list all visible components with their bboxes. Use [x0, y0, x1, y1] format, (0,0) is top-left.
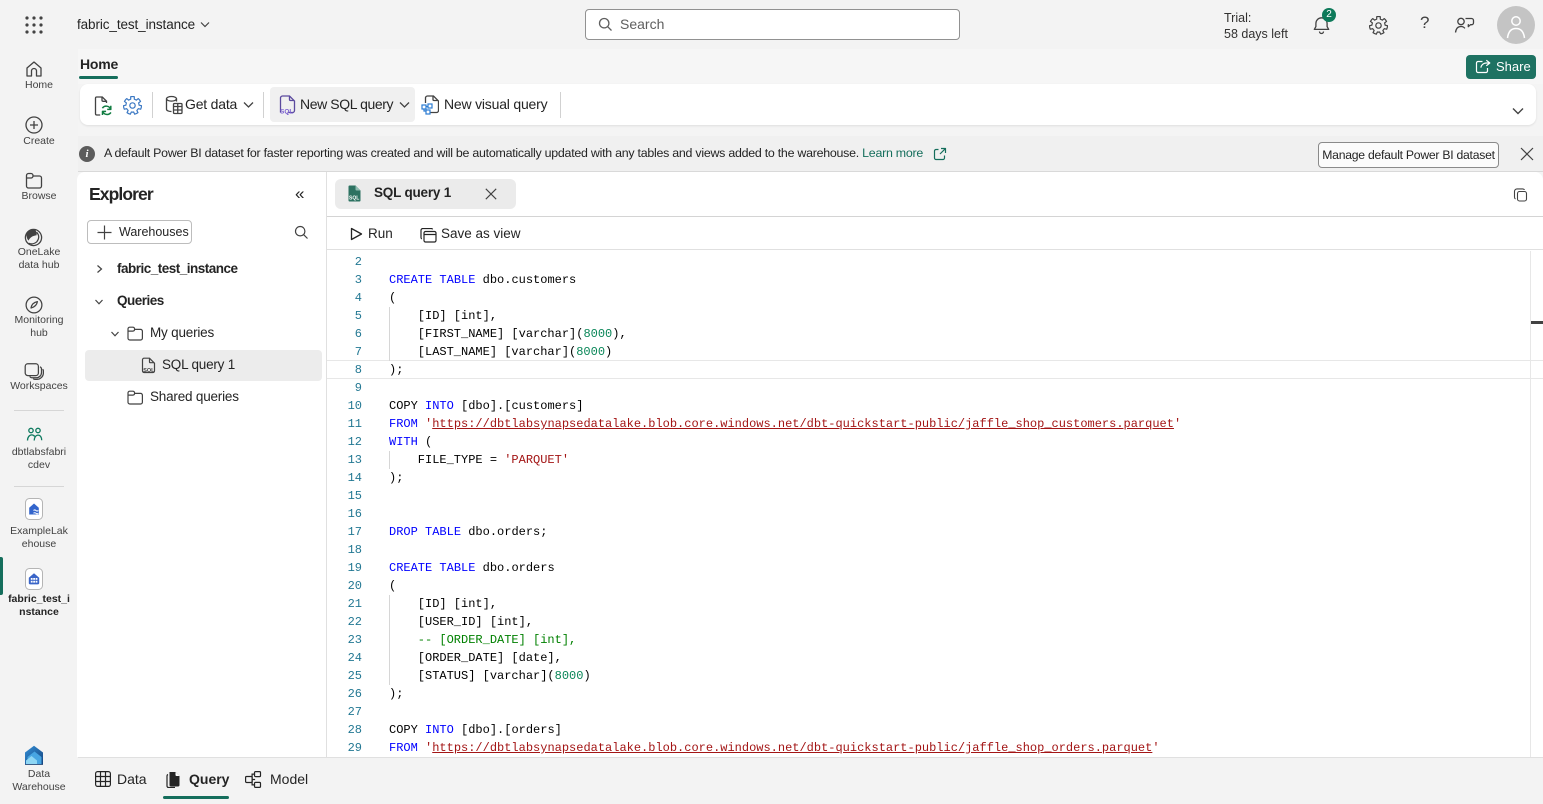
svg-text:SQL: SQL — [143, 368, 155, 374]
svg-text:SQL: SQL — [280, 109, 293, 116]
